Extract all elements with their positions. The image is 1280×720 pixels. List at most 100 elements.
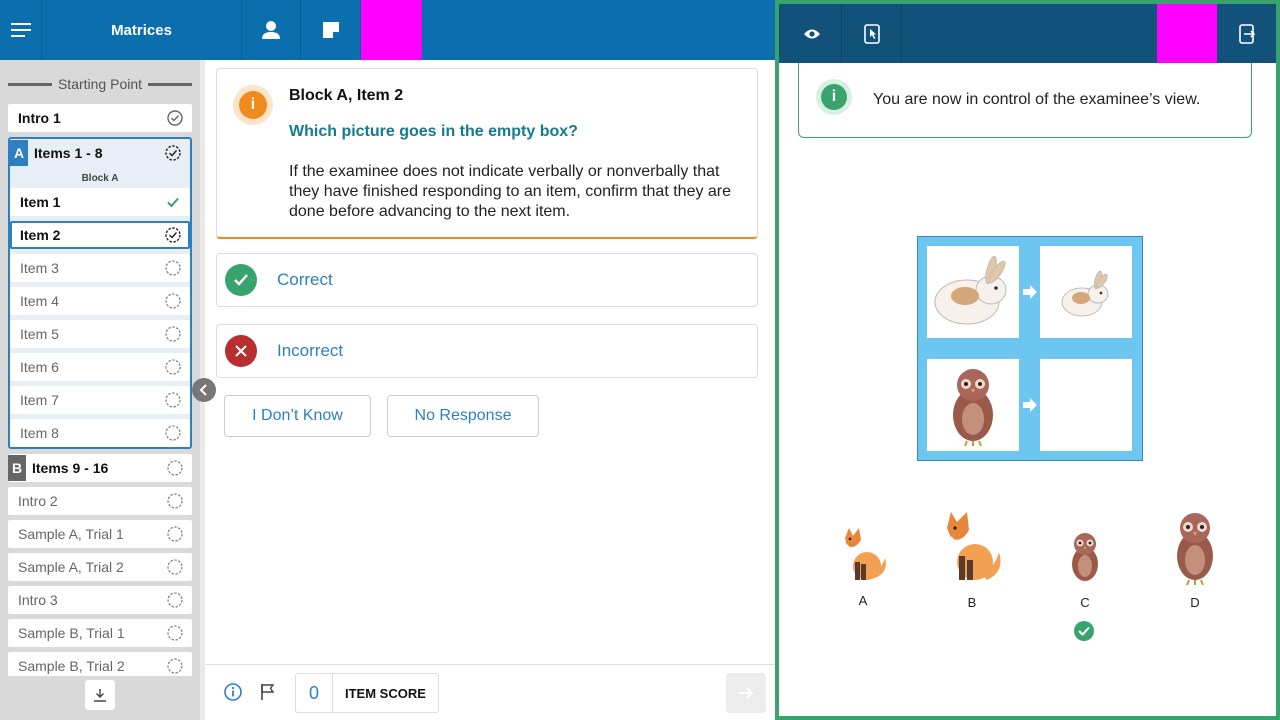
in-progress-icon bbox=[165, 145, 181, 161]
correct-button[interactable]: Correct bbox=[216, 253, 758, 307]
item-score-value: 0 bbox=[296, 674, 333, 712]
download-button[interactable] bbox=[85, 680, 115, 710]
magenta-block bbox=[361, 0, 422, 60]
not-started-icon bbox=[167, 460, 183, 476]
magenta-block bbox=[1157, 4, 1217, 63]
block-a-header[interactable]: A Items 1 - 8 bbox=[10, 139, 190, 167]
matrix-cell-large-rabbit bbox=[927, 246, 1019, 338]
not-started-icon bbox=[167, 526, 183, 542]
item-footer: 0 ITEM SCORE bbox=[205, 664, 775, 720]
menu-button[interactable] bbox=[0, 0, 42, 60]
eye-icon bbox=[803, 29, 820, 38]
check-icon bbox=[225, 264, 257, 296]
block-a-title: Items 1 - 8 bbox=[34, 145, 103, 161]
matrix-cell-empty bbox=[1040, 359, 1132, 451]
item-instructions: If the examinee does not indicate verbal… bbox=[289, 163, 732, 220]
sidebar-item-sample-a-trial-2[interactable]: Sample A, Trial 2 bbox=[8, 553, 192, 581]
not-started-icon bbox=[165, 260, 181, 276]
item-list: Intro 1 A Items 1 - 8 Block A Item 1 Ite… bbox=[8, 104, 192, 676]
control-examinee-button[interactable] bbox=[842, 4, 902, 63]
rabbit-picture bbox=[1061, 270, 1109, 317]
item-score-label: ITEM SCORE bbox=[345, 685, 426, 701]
sidebar-item-4[interactable]: Item 4 bbox=[10, 287, 190, 315]
correct-label: Correct bbox=[277, 270, 333, 289]
sidebar-item-8[interactable]: Item 8 bbox=[10, 419, 190, 447]
item-title: Block A, Item 2 bbox=[289, 87, 404, 104]
check-circle-icon bbox=[167, 110, 183, 126]
option-b[interactable]: B bbox=[939, 506, 1005, 610]
info-icon: i bbox=[233, 85, 273, 125]
starting-point-divider: Starting Point bbox=[8, 76, 192, 92]
arrow-right-icon bbox=[1023, 398, 1037, 412]
info-icon: i bbox=[816, 79, 852, 115]
not-started-icon bbox=[167, 559, 183, 575]
examinee-top-bar bbox=[779, 4, 1276, 63]
block-b-letter: B bbox=[8, 455, 26, 481]
not-started-icon bbox=[165, 359, 181, 375]
block-b-header[interactable]: B Items 9 - 16 bbox=[8, 454, 192, 482]
matrix-cell-small-rabbit bbox=[1040, 246, 1132, 338]
sidebar-item-intro-3[interactable]: Intro 3 bbox=[8, 586, 192, 614]
collapse-sidebar-button[interactable] bbox=[192, 378, 216, 402]
option-c[interactable]: C bbox=[1065, 526, 1105, 610]
not-started-icon bbox=[167, 493, 183, 509]
block-b-title: Items 9 - 16 bbox=[32, 460, 109, 476]
sidebar-item-6[interactable]: Item 6 bbox=[10, 353, 190, 381]
sidebar-item-sample-b-trial-1[interactable]: Sample B, Trial 1 bbox=[8, 619, 192, 647]
sidebar-item-intro-1[interactable]: Intro 1 bbox=[8, 104, 192, 132]
exit-icon bbox=[1238, 23, 1255, 44]
tablet-pointer-icon bbox=[863, 23, 880, 44]
incorrect-button[interactable]: Incorrect bbox=[216, 324, 758, 378]
examinee-info-button[interactable] bbox=[242, 0, 301, 60]
menu-icon bbox=[10, 23, 31, 37]
notes-button[interactable] bbox=[301, 0, 361, 60]
sidebar-item-2[interactable]: Item 2 bbox=[10, 221, 190, 249]
option-c-label: C bbox=[1080, 595, 1090, 610]
not-started-icon bbox=[165, 326, 181, 342]
starting-point-label: Starting Point bbox=[57, 76, 143, 92]
not-started-icon bbox=[167, 625, 183, 641]
examiner-top-bar: Matrices bbox=[0, 0, 775, 60]
small-fox-picture bbox=[845, 528, 886, 580]
item-navigation-sidebar: Starting Point Intro 1 A Items 1 - 8 Blo… bbox=[0, 60, 200, 720]
item-content: i Block A, Item 2 Which picture goes in … bbox=[205, 60, 775, 664]
sidebar-item-1[interactable]: Item 1 bbox=[10, 188, 190, 216]
owl-picture bbox=[953, 369, 993, 447]
option-a[interactable]: A bbox=[837, 522, 889, 608]
control-banner: i You are now in control of the examinee… bbox=[798, 63, 1252, 138]
next-item-button[interactable] bbox=[726, 673, 766, 713]
not-started-icon bbox=[165, 293, 181, 309]
small-owl-picture bbox=[1072, 533, 1098, 581]
no-response-button[interactable]: No Response bbox=[387, 395, 539, 437]
in-progress-icon bbox=[165, 227, 181, 243]
option-a-label: A bbox=[858, 593, 868, 608]
sidebar-item-7[interactable]: Item 7 bbox=[10, 386, 190, 414]
download-icon bbox=[94, 689, 106, 702]
item-info-button[interactable] bbox=[224, 683, 242, 706]
sidebar-item-intro-2[interactable]: Intro 2 bbox=[8, 487, 192, 515]
checkmark-icon bbox=[167, 197, 179, 208]
sidebar-item-sample-b-trial-2[interactable]: Sample B, Trial 2 bbox=[8, 652, 192, 676]
block-a-letter: A bbox=[10, 140, 28, 166]
examinee-view-panel: i You are now in control of the examinee… bbox=[775, 0, 1280, 720]
instruction-card: i Block A, Item 2 Which picture goes in … bbox=[216, 68, 758, 239]
large-fox-picture bbox=[947, 512, 1001, 580]
close-icon bbox=[225, 335, 257, 367]
preview-button[interactable] bbox=[782, 4, 842, 63]
option-d[interactable]: D bbox=[1169, 506, 1221, 610]
flag-button[interactable] bbox=[260, 683, 276, 706]
exit-examinee-view-button[interactable] bbox=[1217, 4, 1276, 63]
sidebar-item-sample-a-trial-1[interactable]: Sample A, Trial 1 bbox=[8, 520, 192, 548]
sidebar-item-3[interactable]: Item 3 bbox=[10, 254, 190, 282]
dont-know-button[interactable]: I Don’t Know bbox=[224, 395, 371, 437]
control-banner-text: You are now in control of the examinee’s… bbox=[873, 91, 1201, 108]
block-a-group: A Items 1 - 8 Block A Item 1 Item 2 Item… bbox=[8, 137, 192, 449]
note-icon bbox=[322, 22, 339, 38]
chevron-left-icon bbox=[199, 384, 207, 396]
item-score-field[interactable]: 0 ITEM SCORE bbox=[295, 673, 439, 713]
block-a-label: Block A bbox=[81, 173, 119, 184]
item-question: Which picture goes in the empty box? bbox=[289, 123, 578, 140]
sidebar-item-5[interactable]: Item 5 bbox=[10, 320, 190, 348]
not-started-icon bbox=[165, 425, 181, 441]
matrix-cell-large-owl bbox=[927, 359, 1019, 451]
